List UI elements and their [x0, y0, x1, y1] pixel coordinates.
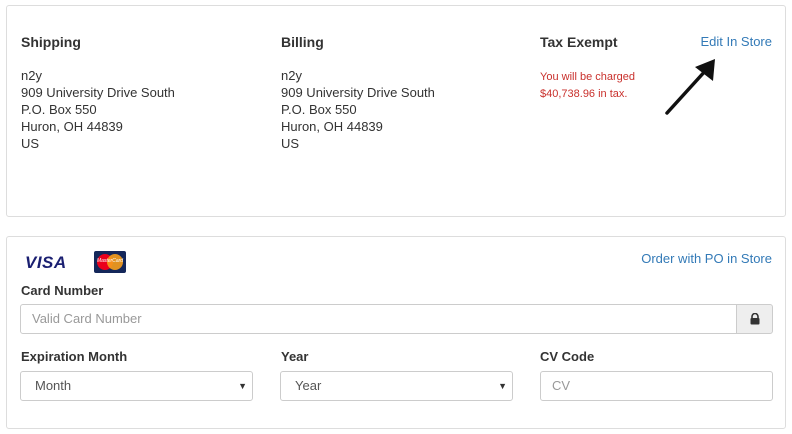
- billing-line: Huron, OH 44839: [281, 119, 383, 134]
- payment-panel: VISA MasterCard Order with PO in Store C…: [6, 236, 786, 429]
- arrow-pointer-icon: [665, 59, 715, 115]
- lock-icon: [750, 313, 760, 325]
- mastercard-logo-text: MasterCard: [96, 258, 124, 264]
- order-with-po-link[interactable]: Order with PO in Store: [641, 251, 772, 266]
- tax-warning-line: $40,738.96 in tax.: [540, 88, 628, 100]
- edit-in-store-link[interactable]: Edit In Store: [700, 34, 772, 49]
- address-panel: Shipping n2y 909 University Drive South …: [6, 5, 786, 217]
- billing-line: US: [281, 136, 300, 151]
- shipping-line: Huron, OH 44839: [21, 119, 123, 134]
- billing-address: n2y 909 University Drive South P.O. Box …: [281, 67, 435, 152]
- year-value: Year: [295, 378, 322, 393]
- billing-line: n2y: [281, 68, 302, 83]
- tax-warning-line: You will be charged: [540, 71, 635, 83]
- billing-title: Billing: [281, 34, 324, 50]
- shipping-line: n2y: [21, 68, 42, 83]
- year-select[interactable]: Year ▼: [280, 371, 513, 401]
- cv-code-input[interactable]: CV: [540, 371, 773, 401]
- mastercard-logo-icon: MasterCard: [94, 251, 126, 273]
- card-lock-addon: [736, 304, 773, 334]
- expiration-month-value: Month: [35, 378, 72, 393]
- tax-warning: You will be charged $40,738.96 in tax.: [540, 69, 635, 103]
- billing-line: P.O. Box 550: [281, 102, 357, 117]
- cv-code-label: CV Code: [540, 349, 595, 364]
- shipping-address: n2y 909 University Drive South P.O. Box …: [21, 67, 175, 152]
- card-number-label: Card Number: [21, 283, 104, 298]
- visa-logo-icon: VISA: [25, 253, 67, 272]
- shipping-line: 909 University Drive South: [21, 85, 175, 100]
- chevron-down-icon: ▼: [238, 381, 247, 391]
- shipping-line: P.O. Box 550: [21, 102, 97, 117]
- billing-line: 909 University Drive South: [281, 85, 435, 100]
- chevron-down-icon: ▼: [498, 381, 507, 391]
- tax-exempt-title: Tax Exempt: [540, 34, 618, 50]
- shipping-line: US: [21, 136, 40, 151]
- year-label: Year: [281, 349, 309, 364]
- card-number-input[interactable]: Valid Card Number: [20, 304, 737, 334]
- shipping-title: Shipping: [21, 34, 81, 50]
- expiration-month-select[interactable]: Month ▼: [20, 371, 253, 401]
- expiration-month-label: Expiration Month: [21, 349, 128, 364]
